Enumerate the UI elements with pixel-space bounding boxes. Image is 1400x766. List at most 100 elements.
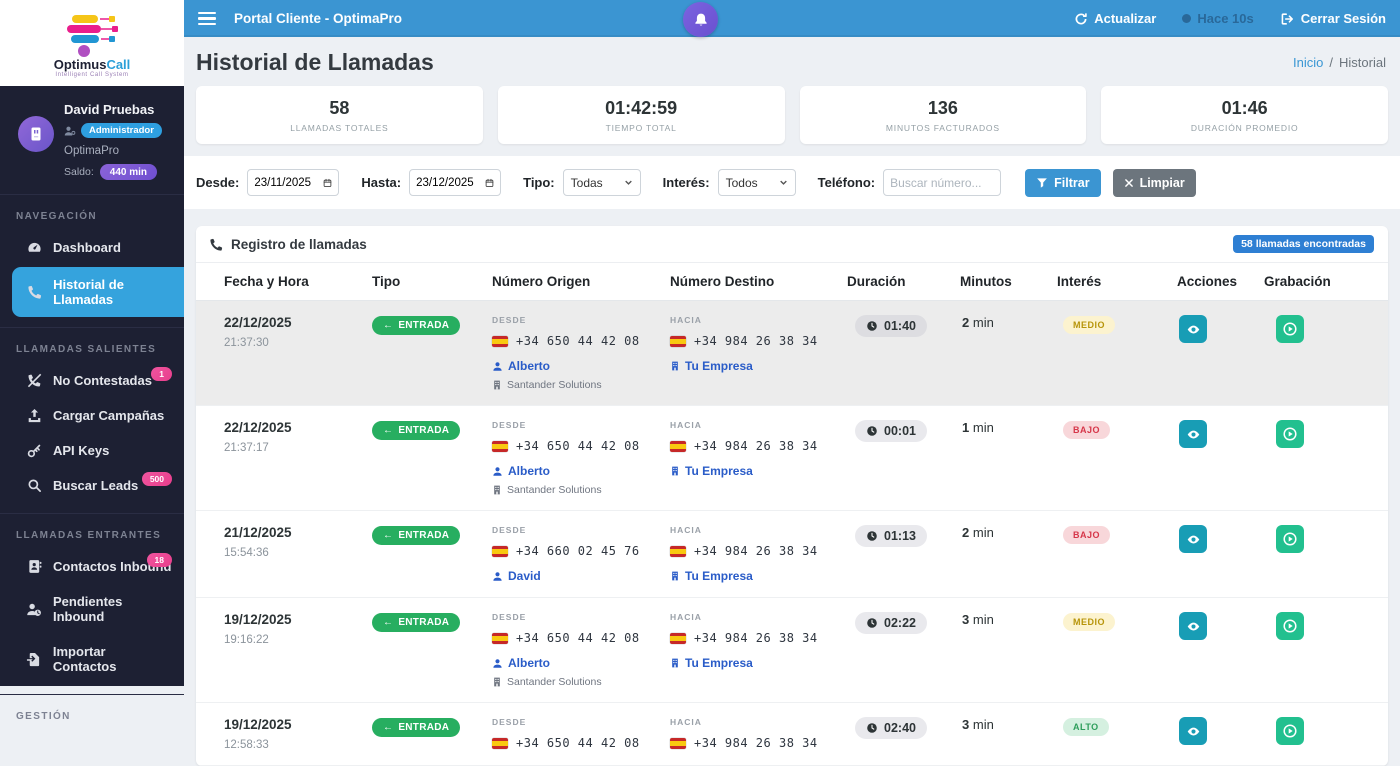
- desde-date-input[interactable]: [247, 169, 340, 196]
- dest-contact-link[interactable]: Tu Empresa: [670, 464, 847, 478]
- origin-company: Santander Solutions: [492, 676, 670, 688]
- user-company: OptimaPro: [64, 145, 119, 157]
- dest-number: +34 984 26 38 34: [694, 544, 818, 558]
- dest-contact-link[interactable]: Tu Empresa: [670, 359, 847, 373]
- refresh-button[interactable]: Actualizar: [1074, 11, 1156, 26]
- spain-flag-icon: [670, 440, 686, 452]
- filtrar-button[interactable]: Filtrar: [1025, 168, 1101, 197]
- dest-number: +34 984 26 38 34: [694, 736, 818, 750]
- chevron-down-icon: [779, 180, 787, 185]
- eye-icon: [1187, 727, 1199, 735]
- sidebar-item-no-contestadas[interactable]: No Contestadas 1: [0, 363, 184, 398]
- calls-panel: Registro de llamadas 58 llamadas encontr…: [196, 226, 1388, 766]
- call-type-badge: ← ENTRADA: [372, 316, 461, 335]
- interes-select[interactable]: Todos: [717, 169, 796, 196]
- notifications-button[interactable]: [683, 2, 718, 37]
- col-acciones: Acciones: [1177, 274, 1238, 289]
- origin-contact-link[interactable]: David: [492, 569, 670, 583]
- logout-button[interactable]: Cerrar Sesión: [1280, 11, 1386, 26]
- sidebar-item-api-keys[interactable]: API Keys: [0, 433, 184, 468]
- eye-icon: [1187, 622, 1199, 630]
- person-icon: [493, 361, 502, 371]
- view-call-button[interactable]: [1179, 315, 1207, 343]
- user-gear-icon: [64, 126, 76, 135]
- brand-name: OptimusCall: [53, 56, 131, 72]
- play-recording-button[interactable]: [1276, 717, 1304, 745]
- col-duracion: Duración: [847, 274, 906, 289]
- eye-icon: [1187, 325, 1199, 333]
- avatar[interactable]: [18, 116, 54, 152]
- sidebar-item-cargar-campanas[interactable]: Cargar Campañas: [0, 398, 184, 433]
- play-recording-button[interactable]: [1276, 525, 1304, 553]
- desde-label: Desde:: [196, 175, 240, 190]
- notification-badge: 18: [146, 553, 172, 567]
- page-title: Historial de Llamadas: [196, 49, 434, 75]
- hasta-date-value[interactable]: [416, 176, 481, 189]
- view-call-button[interactable]: [1179, 612, 1207, 640]
- breadcrumb-home-link[interactable]: Inicio: [1293, 55, 1323, 70]
- dest-contact-link[interactable]: Tu Empresa: [670, 569, 847, 583]
- interest-badge: MEDIO: [1063, 613, 1116, 631]
- balance-badge: 440 min: [99, 164, 158, 180]
- desde-date-value[interactable]: [254, 176, 319, 189]
- sidebar-item-historial[interactable]: Historial de Llamadas: [12, 267, 184, 317]
- origin-number: +34 650 44 42 08: [516, 439, 640, 453]
- view-call-button[interactable]: [1179, 717, 1207, 745]
- duration-badge: 02:40: [855, 717, 927, 739]
- sidebar-item-label: No Contestadas: [53, 373, 152, 388]
- tipo-select[interactable]: Todas: [562, 169, 641, 196]
- play-circle-icon: [1283, 619, 1297, 633]
- origin-contact-link[interactable]: Alberto: [492, 359, 670, 373]
- call-type-badge: ← ENTRADA: [372, 421, 461, 440]
- origin-contact-link[interactable]: Alberto: [492, 656, 670, 670]
- play-recording-button[interactable]: [1276, 420, 1304, 448]
- duration-badge: 01:40: [855, 315, 927, 337]
- spain-flag-icon: [670, 632, 686, 644]
- sidebar-item-label: Historial de Llamadas: [53, 277, 124, 307]
- sidebar: OptimusCall Intelligent Call System Davi…: [0, 0, 184, 722]
- call-type-badge: ← ENTRADA: [372, 526, 461, 545]
- col-destino: Número Destino: [670, 274, 775, 289]
- status-dot-icon: [1182, 14, 1192, 23]
- brand-logo[interactable]: OptimusCall Intelligent Call System: [0, 0, 184, 86]
- tipo-label: Tipo:: [523, 175, 555, 190]
- origin-number: +34 650 44 42 08: [516, 334, 640, 348]
- main-content: Historial de Llamadas Inicio / Historial…: [184, 37, 1400, 766]
- dest-number: +34 984 26 38 34: [694, 334, 818, 348]
- spain-flag-icon: [670, 737, 686, 749]
- sidebar-item-contactos-inbound[interactable]: Contactos Inbound 18: [0, 549, 184, 584]
- call-type-badge: ← ENTRADA: [372, 613, 461, 632]
- interest-badge: ALTO: [1063, 718, 1109, 736]
- sidebar-item-buscar-leads[interactable]: Buscar Leads 500: [0, 468, 184, 503]
- origin-contact-link[interactable]: Alberto: [492, 464, 670, 478]
- spain-flag-icon: [492, 335, 508, 347]
- interes-label: Interés:: [662, 175, 710, 190]
- nav-section-salientes: LLAMADAS SALIENTES: [16, 344, 157, 355]
- dest-number: +34 984 26 38 34: [694, 439, 818, 453]
- play-recording-button[interactable]: [1276, 612, 1304, 640]
- hasta-date-input[interactable]: [409, 169, 502, 196]
- hamburger-menu-icon[interactable]: [198, 9, 216, 29]
- clock-icon: [867, 618, 877, 628]
- clock-icon: [867, 531, 877, 541]
- limpiar-button[interactable]: Limpiar: [1112, 168, 1196, 197]
- play-recording-button[interactable]: [1276, 315, 1304, 343]
- phone-search-input[interactable]: [883, 169, 1002, 196]
- building-icon: [672, 571, 678, 581]
- view-call-button[interactable]: [1179, 525, 1207, 553]
- last-update-indicator: Hace 10s: [1182, 11, 1254, 26]
- sidebar-item-dashboard[interactable]: Dashboard: [0, 230, 184, 265]
- view-call-button[interactable]: [1179, 420, 1207, 448]
- dest-contact-link[interactable]: Tu Empresa: [670, 656, 847, 670]
- person-icon: [493, 571, 502, 581]
- sidebar-item-pendientes-inbound[interactable]: Pendientes Inbound: [0, 584, 184, 634]
- col-fecha: Fecha y Hora: [224, 274, 309, 289]
- chevron-down-icon: [624, 180, 632, 185]
- table-row: 22/12/2025 21:37:17 ← ENTRADA DESDE +34 6…: [196, 406, 1388, 511]
- duration-badge: 01:13: [855, 525, 927, 547]
- clock-icon: [867, 321, 877, 331]
- stat-card-llamadas-totales: 58 LLAMADAS TOTALES: [196, 86, 483, 144]
- nav-section-gestion: GESTIÓN: [16, 711, 71, 722]
- dest-number: +34 984 26 38 34: [694, 631, 818, 645]
- sidebar-item-importar-contactos[interactable]: Importar Contactos: [0, 634, 184, 684]
